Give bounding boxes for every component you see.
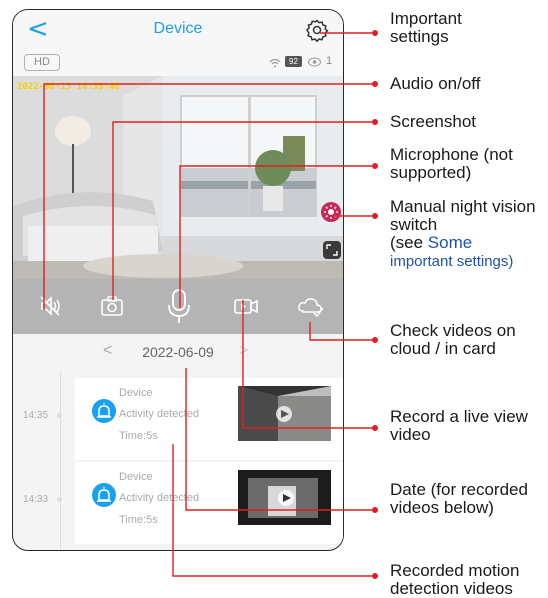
annotation-audio: Audio on/off <box>390 74 481 93</box>
annotation-important-settings: Important settings <box>390 9 462 46</box>
annotation-night-vision-title: Manual night vision switch <box>390 197 536 234</box>
annotation-night-vision: Manual night vision switch (see Some imp… <box>390 198 540 271</box>
annotation-check-videos: Check videos on cloud / in card <box>390 321 516 358</box>
annotation-screenshot: Screenshot <box>390 112 476 131</box>
annotation-night-vision-link[interactable]: Some <box>428 233 472 252</box>
annotation-night-vision-link-2[interactable]: important settings) <box>390 253 513 270</box>
annotation-record: Record a live view video <box>390 407 528 444</box>
annotation-date: Date (for recorded videos below) <box>390 480 528 517</box>
annotation-night-vision-see: (see <box>390 233 428 252</box>
annotation-microphone: Microphone (not supported) <box>390 145 513 182</box>
